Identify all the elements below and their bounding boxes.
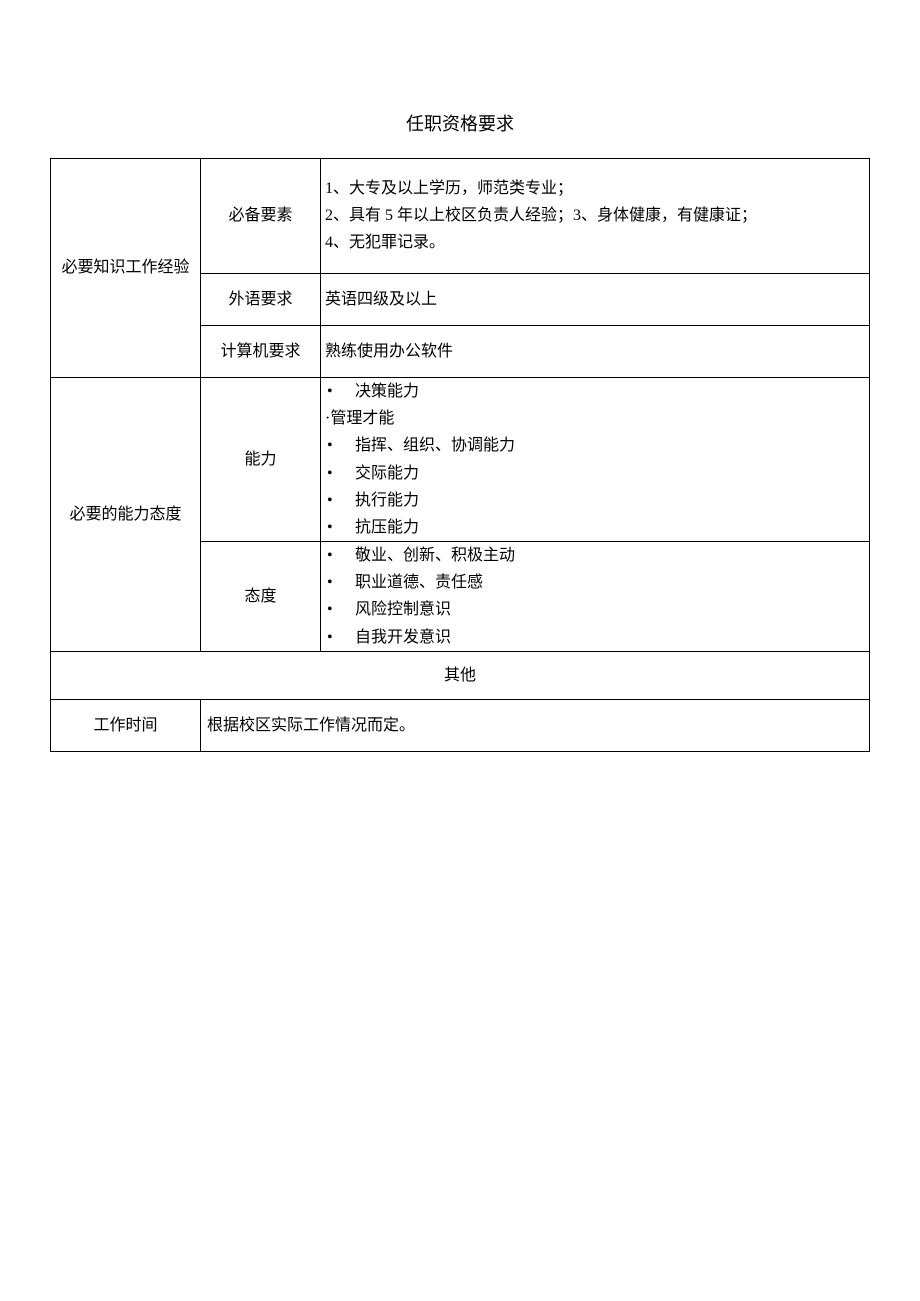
header-other: 其他	[51, 651, 870, 699]
attitude-item: 敬业、创新、积极主动	[325, 542, 865, 569]
ability-item: 执行能力	[325, 487, 865, 514]
row-ability: 必要的能力态度 能力 决策能力 ·管理才能 指挥、组织、协调能力 交际能力 执行…	[51, 377, 870, 541]
label-ability: 能力	[201, 377, 321, 541]
row-worktime: 工作时间 根据校区实际工作情况而定。	[51, 700, 870, 752]
value-essential: 1、大专及以上学历，师范类专业； 2、具有 5 年以上校区负责人经验；3、身体健…	[321, 159, 870, 274]
essential-line: 1、大专及以上学历，师范类专业；	[325, 175, 865, 202]
header-knowledge: 必要知识工作经验	[51, 159, 201, 378]
ability-item: 决策能力	[325, 378, 865, 405]
attitude-item: 职业道德、责任感	[325, 569, 865, 596]
ability-item: 交际能力	[325, 460, 865, 487]
value-ability: 决策能力 ·管理才能 指挥、组织、协调能力 交际能力 执行能力 抗压能力	[321, 377, 870, 541]
value-worktime: 根据校区实际工作情况而定。	[201, 700, 870, 752]
attitude-item: 自我开发意识	[325, 624, 865, 651]
label-attitude: 态度	[201, 542, 321, 652]
ability-item: 指挥、组织、协调能力	[325, 432, 865, 459]
ability-item: 抗压能力	[325, 514, 865, 541]
attitude-item: 风险控制意识	[325, 596, 865, 623]
page-title: 任职资格要求	[50, 110, 870, 136]
essential-line: 4、无犯罪记录。	[325, 229, 865, 256]
ability-group-intro: ·管理才能	[325, 405, 865, 432]
label-language: 外语要求	[201, 273, 321, 325]
value-language: 英语四级及以上	[321, 273, 870, 325]
row-essential: 必要知识工作经验 必备要素 1、大专及以上学历，师范类专业； 2、具有 5 年以…	[51, 159, 870, 274]
header-ability-attitude: 必要的能力态度	[51, 377, 201, 651]
value-attitude: 敬业、创新、积极主动 职业道德、责任感 风险控制意识 自我开发意识	[321, 542, 870, 652]
qualification-table: 必要知识工作经验 必备要素 1、大专及以上学历，师范类专业； 2、具有 5 年以…	[50, 158, 870, 752]
value-computer: 熟练使用办公软件	[321, 325, 870, 377]
essential-line: 2、具有 5 年以上校区负责人经验；3、身体健康，有健康证；	[325, 202, 865, 229]
label-worktime: 工作时间	[51, 700, 201, 752]
label-essential: 必备要素	[201, 159, 321, 274]
label-computer: 计算机要求	[201, 325, 321, 377]
row-other-header: 其他	[51, 651, 870, 699]
